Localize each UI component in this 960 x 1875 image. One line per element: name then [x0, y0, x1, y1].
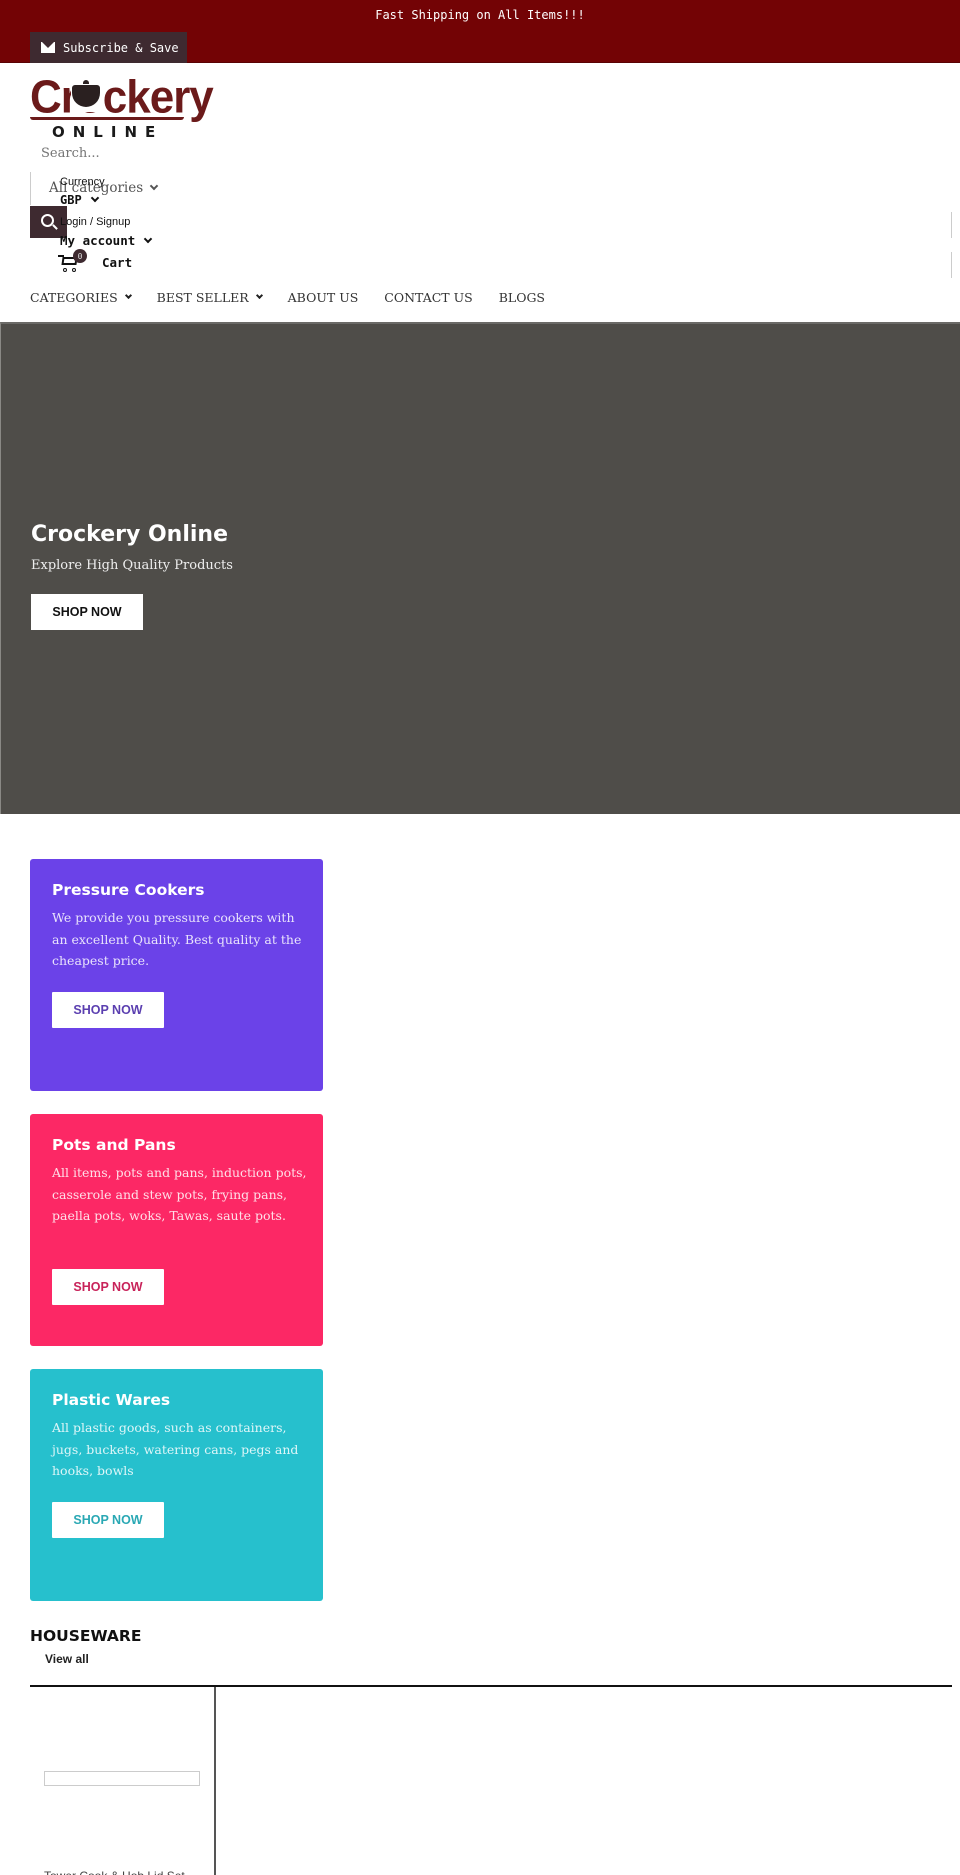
my-account-label: My account [60, 233, 136, 248]
search-icon [40, 214, 54, 227]
section-divider [30, 1685, 952, 1687]
search-input[interactable] [41, 146, 241, 161]
product-title[interactable]: Tower Cook & Hob Lid Set [44, 1870, 194, 1875]
currency-value: GBP [60, 193, 82, 207]
view-all-link[interactable]: View all [45, 1652, 89, 1666]
main-nav: CATEGORIES BEST SELLER ABOUT US CONTACT … [30, 290, 571, 305]
announcement-message: Fast Shipping on All Items!!! [375, 8, 585, 22]
logo-wordmark: Crockery [30, 71, 214, 124]
chevron-down-icon [149, 181, 159, 191]
nav-contact-us[interactable]: CONTACT US [384, 290, 472, 305]
announcement-bar: Fast Shipping on All Items!!! Subscribe … [0, 0, 960, 63]
site-logo[interactable]: Crockery ONLINE [30, 74, 214, 142]
card-shop-now-button[interactable]: SHOP NOW [52, 992, 164, 1028]
chevron-down-icon [90, 193, 99, 203]
subscribe-button[interactable]: Subscribe & Save [30, 32, 187, 63]
cart-icon: 0 [58, 249, 87, 272]
card-shop-now-button[interactable]: SHOP NOW [52, 1502, 164, 1538]
product-image-placeholder[interactable] [44, 1771, 200, 1786]
header-divider [951, 212, 952, 238]
nav-blogs[interactable]: BLOGS [499, 290, 545, 305]
cart-label: Cart [102, 254, 133, 270]
currency-selector[interactable]: GBP [60, 193, 99, 207]
nav-about-us[interactable]: ABOUT US [288, 290, 359, 305]
category-card-pots-and-pans: Pots and Pans All items, pots and pans, … [30, 1114, 323, 1346]
logo-subtitle: ONLINE [52, 123, 164, 141]
card-title: Plastic Wares [52, 1391, 171, 1409]
category-card-plastic-wares: Plastic Wares All plastic goods, such as… [30, 1369, 323, 1601]
chevron-down-icon [124, 291, 132, 300]
my-account-menu[interactable]: My account [60, 233, 153, 248]
card-shop-now-button[interactable]: SHOP NOW [52, 1269, 164, 1305]
card-title: Pressure Cookers [52, 881, 205, 899]
mail-icon [41, 42, 55, 53]
card-title: Pots and Pans [52, 1136, 176, 1154]
header-divider [951, 252, 952, 278]
card-description: All items, pots and pans, induction pots… [52, 1165, 307, 1223]
category-card-pressure-cookers: Pressure Cookers We provide you pressure… [30, 859, 323, 1091]
subscribe-label: Subscribe & Save [63, 40, 179, 55]
nav-categories[interactable]: CATEGORIES [30, 290, 132, 305]
cart-count-badge: 0 [73, 249, 87, 263]
card-description: We provide you pressure cookers with an … [52, 910, 302, 968]
hero-shop-now-button[interactable]: SHOP NOW [31, 594, 143, 630]
hero-title: Crockery Online [31, 522, 228, 547]
card-description: All plastic goods, such as containers, j… [52, 1420, 299, 1478]
chevron-down-icon [144, 234, 153, 243]
nav-best-seller[interactable]: BEST SELLER [157, 290, 263, 305]
section-title-houseware: HOUSEWARE [30, 1627, 142, 1645]
hero-subtitle: Explore High Quality Products [31, 558, 233, 573]
currency-label: Currency [60, 176, 105, 188]
cart-link[interactable]: 0 Cart [58, 249, 133, 272]
column-divider [214, 1687, 216, 1875]
login-signup-link[interactable]: Login / Signup [60, 216, 130, 228]
hero-banner: Crockery Online Explore High Quality Pro… [0, 322, 960, 814]
chevron-down-icon [255, 291, 263, 300]
